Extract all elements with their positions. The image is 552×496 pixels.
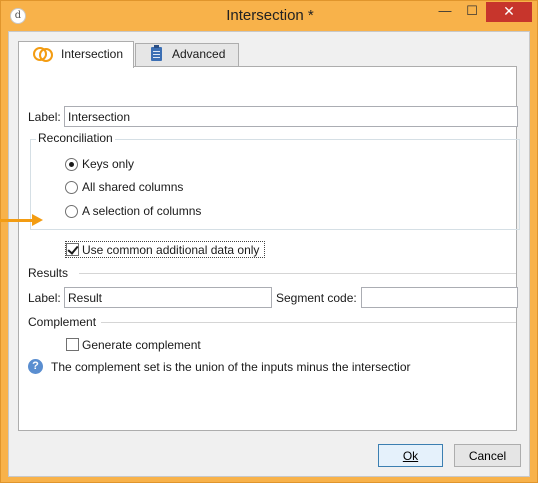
label-caption: Label: bbox=[28, 110, 61, 124]
complement-section-title: Complement bbox=[28, 315, 97, 329]
results-label-input[interactable] bbox=[64, 287, 272, 308]
radio-selection-of-columns-button[interactable] bbox=[65, 205, 78, 218]
generate-complement-label[interactable]: Generate complement bbox=[82, 338, 201, 352]
annotation-arrow-icon bbox=[0, 214, 45, 226]
generate-complement-checkbox[interactable] bbox=[66, 338, 79, 351]
minimize-button[interactable]: — bbox=[432, 2, 458, 22]
ok-button[interactable]: Ok bbox=[378, 444, 443, 467]
intersection-circles-icon bbox=[33, 47, 53, 62]
tab-advanced[interactable]: Advanced bbox=[135, 43, 239, 66]
segment-code-input[interactable] bbox=[361, 287, 518, 308]
complement-info-text: The complement set is the union of the i… bbox=[51, 360, 411, 374]
results-label-caption: Label: bbox=[28, 291, 61, 305]
label-input[interactable] bbox=[64, 106, 518, 127]
tab-intersection[interactable]: Intersection bbox=[18, 41, 134, 68]
radio-all-shared-columns-label: All shared columns bbox=[82, 180, 184, 194]
radio-all-shared-columns-button[interactable] bbox=[65, 181, 78, 194]
dialog-body: Intersection Advanced Label: Reconciliat… bbox=[8, 31, 530, 477]
tab-advanced-label: Advanced bbox=[172, 47, 226, 61]
ok-button-label: Ok bbox=[402, 449, 419, 463]
close-button[interactable]: ✕ bbox=[486, 2, 532, 22]
results-divider bbox=[79, 273, 516, 274]
radio-keys-only-label: Keys only bbox=[82, 157, 135, 171]
segment-code-caption: Segment code: bbox=[276, 291, 357, 305]
use-common-data-label[interactable]: Use common additional data only bbox=[82, 243, 259, 257]
radio-keys-only-button[interactable] bbox=[65, 158, 78, 171]
info-icon: ? bbox=[28, 359, 43, 374]
intersection-panel: Label: Reconciliation Keys only All shar… bbox=[18, 66, 520, 431]
tab-intersection-label: Intersection bbox=[61, 47, 124, 61]
cancel-button[interactable]: Cancel bbox=[454, 444, 521, 467]
title-bar[interactable]: d Intersection * — ☐ ✕ bbox=[1, 1, 539, 32]
results-section-title: Results bbox=[28, 266, 69, 280]
radio-selection-of-columns-label: A selection of columns bbox=[82, 204, 202, 218]
reconciliation-title: Reconciliation bbox=[36, 131, 115, 145]
complement-divider bbox=[101, 322, 516, 323]
clipboard-icon bbox=[151, 45, 162, 61]
dialog-window: d Intersection * — ☐ ✕ Intersection Adva… bbox=[0, 0, 538, 483]
maximize-button[interactable]: ☐ bbox=[459, 2, 485, 22]
